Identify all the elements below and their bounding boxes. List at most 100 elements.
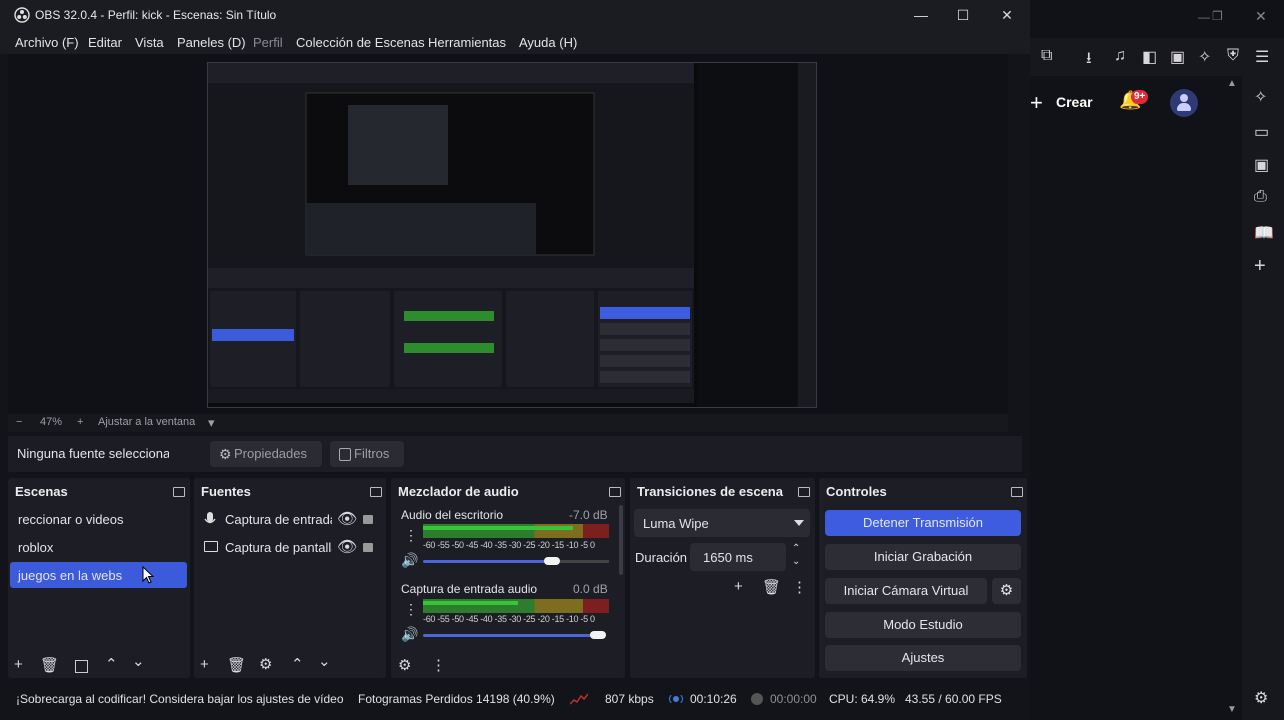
move-down-icon[interactable]: ⌄ [132, 652, 145, 670]
volume-knob[interactable] [590, 631, 606, 639]
dock-float-icon[interactable] [798, 487, 810, 497]
zoom-dropdown-icon[interactable]: ▾ [208, 415, 215, 431]
lock-icon[interactable] [363, 515, 373, 524]
menu-herramientas[interactable]: Herramientas [428, 35, 506, 50]
virtual-camera-settings-icon[interactable]: ⚙ [992, 578, 1021, 604]
source-item[interactable]: Captura de entrada de audio [225, 512, 332, 527]
dock-float-icon[interactable] [173, 487, 185, 497]
add-scene-icon[interactable]: + [14, 656, 23, 673]
minimize-button[interactable]: — [906, 5, 936, 25]
scroll-up-icon[interactable]: ▲ [1227, 78, 1237, 89]
scroll-down-icon[interactable]: ▼ [1227, 704, 1237, 715]
menu-paneles[interactable]: Paneles (D) [177, 35, 246, 50]
notification-badge: 9+ [1131, 90, 1149, 104]
sidebar-toggle-icon[interactable]: ◧ [1142, 47, 1157, 67]
dropped-frames: Fotogramas Perdidos 14198 (40.9%) [358, 692, 555, 706]
move-down-icon[interactable]: ⌄ [318, 652, 331, 670]
settings-button[interactable]: Ajustes [825, 645, 1021, 671]
dock-float-icon[interactable] [1011, 487, 1023, 497]
more-options-icon[interactable]: ⋮ [431, 656, 446, 674]
book-icon[interactable]: 📖 [1254, 223, 1274, 243]
speaker-icon[interactable]: 🔊 [401, 626, 418, 643]
wallet-icon[interactable]: ▣ [1170, 47, 1185, 67]
stepper-down-icon[interactable]: ⌄ [792, 556, 800, 567]
monitor-icon [204, 541, 218, 552]
ai-sparkle-icon[interactable]: ✧ [1198, 47, 1211, 67]
start-virtual-camera-button[interactable]: Iniciar Cámara Virtual [825, 578, 987, 604]
more-options-icon[interactable]: ⋮ [404, 601, 418, 618]
gear-icon: ⚙ [219, 446, 232, 462]
menu-coleccion-escenas[interactable]: Colección de Escenas [296, 35, 425, 50]
zoom-in-button[interactable]: + [77, 416, 83, 428]
shield-icon[interactable]: ⛨ [1227, 47, 1239, 65]
transition-selected: Luma Wipe [643, 516, 709, 531]
gear-icon[interactable]: ⚙ [259, 655, 272, 673]
menu-ayuda[interactable]: Ayuda (H) [519, 35, 577, 50]
mixer-scrollbar[interactable] [619, 505, 623, 575]
more-options-icon[interactable]: ⋮ [404, 527, 418, 544]
gear-icon[interactable]: ⚙ [398, 656, 411, 674]
trash-icon[interactable]: 🗑 [227, 656, 246, 674]
mixer-channel-db: -7.0 dB [569, 508, 608, 522]
menu-vista[interactable]: Vista [135, 35, 164, 50]
volume-knob[interactable] [544, 557, 560, 565]
create-plus-icon[interactable]: + [1030, 90, 1043, 116]
eye-icon[interactable]: 👁 [337, 537, 357, 557]
more-options-icon[interactable]: ⋮ [792, 578, 807, 596]
scene-item[interactable]: reccionar o videos [18, 512, 124, 527]
menu-editar[interactable]: Editar [88, 35, 122, 50]
add-source-icon[interactable]: + [200, 656, 209, 673]
zoom-out-button[interactable]: − [16, 416, 22, 428]
filters-button[interactable]: Filtros [330, 441, 404, 467]
add-transition-icon[interactable]: + [734, 578, 743, 595]
volume-slider[interactable] [423, 560, 553, 563]
browser-minimize-icon[interactable]: — [1198, 10, 1210, 24]
save-icon[interactable]: ⎙ [1254, 188, 1267, 206]
close-button[interactable]: ✕ [992, 5, 1022, 25]
menu-icon[interactable]: ☰ [1255, 47, 1269, 67]
browser-close-icon[interactable]: ✕ [1255, 8, 1267, 25]
stepper-up-icon[interactable]: ⌃ [792, 543, 800, 554]
maximize-button[interactable]: ☐ [948, 5, 978, 25]
sources-dock [194, 478, 386, 678]
move-up-icon[interactable]: ⌃ [291, 655, 304, 673]
start-recording-button[interactable]: Iniciar Grabación [825, 544, 1021, 570]
browser-restore-icon[interactable]: ❐ [1212, 9, 1223, 23]
microphone-icon [204, 512, 216, 524]
move-up-icon[interactable]: ⌃ [105, 655, 118, 673]
properties-button[interactable]: ⚙ Propiedades [210, 441, 322, 467]
speaker-icon[interactable]: 🔊 [401, 552, 418, 569]
volume-slider[interactable] [423, 634, 603, 637]
menu-archivo[interactable]: Archivo (F) [15, 35, 79, 50]
filter-icon[interactable] [75, 660, 88, 673]
tab-search-icon[interactable]: ⧉ [1041, 47, 1052, 65]
bitrate: 807 kbps [605, 692, 654, 706]
copilot-icon[interactable]: ✧ [1254, 87, 1267, 107]
trash-icon[interactable]: 🗑 [762, 578, 781, 596]
broadcast-icon [669, 693, 683, 705]
source-item[interactable]: Captura de pantalla [225, 540, 332, 555]
volume-slider-rest [553, 560, 609, 563]
menu-perfil[interactable]: Perfil [253, 35, 283, 50]
download-icon[interactable]: ⭳ [1086, 47, 1092, 74]
cast-icon[interactable]: ▭ [1254, 122, 1269, 142]
meter-scale: -60 -55 -50 -45 -40 -35 -30 -25 -20 -15 … [423, 614, 595, 624]
create-button[interactable]: Crear [1056, 94, 1093, 110]
meter-scale: -60 -55 -50 -45 -40 -35 -30 -25 -20 -15 … [423, 540, 595, 550]
mixer-channel-name: Captura de entrada audio [401, 582, 538, 596]
zoom-fit-label[interactable]: Ajustar a la ventana [98, 416, 195, 428]
gear-icon[interactable]: ⚙ [1254, 688, 1268, 708]
trash-icon[interactable]: 🗑 [40, 656, 59, 674]
zoom-level: 47% [40, 416, 63, 428]
studio-mode-button[interactable]: Modo Estudio [825, 612, 1021, 638]
dock-float-icon[interactable] [609, 487, 621, 497]
stop-stream-button[interactable]: Detener Transmisión [825, 510, 1021, 536]
lock-icon[interactable] [363, 543, 373, 552]
avatar[interactable] [1170, 89, 1198, 117]
add-icon[interactable]: + [1254, 255, 1266, 278]
music-icon[interactable]: ♫ [1114, 47, 1126, 65]
wallet-icon[interactable]: ▣ [1254, 155, 1269, 175]
eye-icon[interactable]: 👁 [337, 509, 357, 529]
dock-float-icon[interactable] [370, 487, 382, 497]
scene-item[interactable]: roblox [18, 540, 53, 555]
